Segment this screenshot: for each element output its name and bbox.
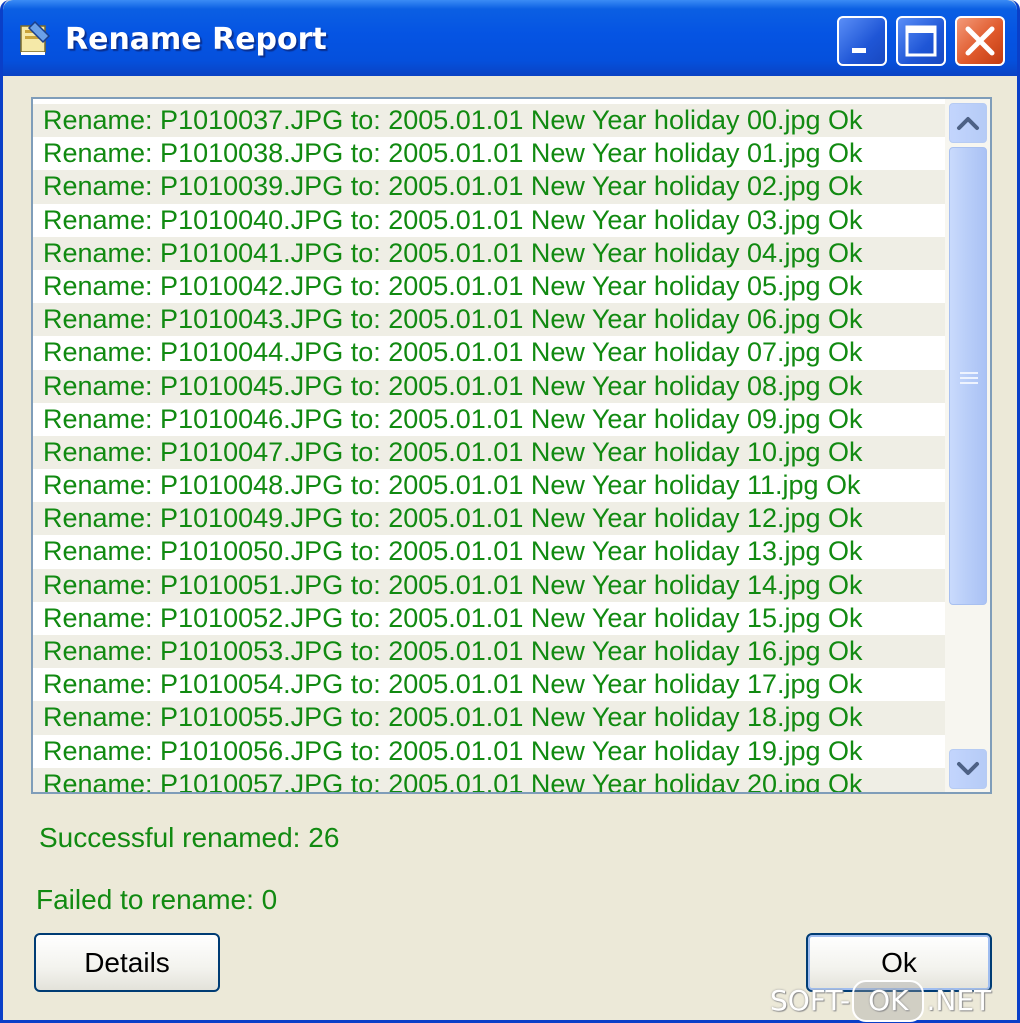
scroll-down-button[interactable] [949,749,987,789]
list-item[interactable]: Rename: P1010041.JPG to: 2005.01.01 New … [33,236,945,270]
list-item[interactable]: Rename: P1010046.JPG to: 2005.01.01 New … [33,402,945,436]
watermark: SOFT- OK .NET [770,980,992,1022]
list-item[interactable]: Rename: P1010054.JPG to: 2005.01.01 New … [33,668,945,702]
list-item[interactable]: Rename: P1010040.JPG to: 2005.01.01 New … [33,203,945,237]
maximize-icon [905,25,937,57]
list-item[interactable]: Rename: P1010039.JPG to: 2005.01.01 New … [33,170,945,204]
details-button[interactable]: Details [34,933,220,992]
list-item[interactable]: Rename: P1010044.JPG to: 2005.01.01 New … [33,336,945,370]
list-item[interactable]: Rename: P1010043.JPG to: 2005.01.01 New … [33,303,945,337]
list-item[interactable]: Rename: P1010049.JPG to: 2005.01.01 New … [33,502,945,536]
list-item[interactable]: Rename: P1010053.JPG to: 2005.01.01 New … [33,635,945,669]
close-button[interactable] [955,16,1005,66]
list-item[interactable]: Rename: P1010048.JPG to: 2005.01.01 New … [33,469,945,503]
chevron-down-icon [957,762,979,775]
vertical-scrollbar[interactable] [945,99,990,792]
chevron-up-icon [957,117,979,130]
window-title: Rename Report [65,22,327,57]
close-icon [965,26,995,56]
list-item[interactable]: Rename: P1010042.JPG to: 2005.01.01 New … [33,269,945,304]
list-items: Rename: P1010037.JPG to: 2005.01.01 New … [33,104,945,792]
watermark-right: .NET [926,984,992,1017]
title-bar[interactable]: Rename Report [3,0,1017,76]
maximize-button[interactable] [896,16,946,66]
list-item[interactable]: Rename: P1010038.JPG to: 2005.01.01 New … [33,137,945,171]
success-count-label: Successful renamed: 26 [39,822,340,853]
list-item[interactable]: Rename: P1010045.JPG to: 2005.01.01 New … [33,369,945,403]
grip-icon [960,372,978,384]
rename-report-list[interactable]: Rename: P1010037.JPG to: 2005.01.01 New … [31,97,992,794]
list-item[interactable]: Rename: P1010055.JPG to: 2005.01.01 New … [33,701,945,735]
watermark-left: SOFT- [770,984,851,1017]
failed-count-label: Failed to rename: 0 [36,884,278,915]
rename-report-window: Rename Report Rename: P1010037.JPG to: 2… [0,0,1020,1023]
minimize-icon [852,48,866,53]
minimize-button[interactable] [837,16,887,66]
list-item[interactable]: Rename: P1010051.JPG to: 2005.01.01 New … [33,568,945,602]
scroll-thumb[interactable] [949,147,987,605]
scroll-up-button[interactable] [949,103,987,143]
list-item[interactable]: Rename: P1010050.JPG to: 2005.01.01 New … [33,535,945,569]
list-item[interactable]: Rename: P1010037.JPG to: 2005.01.01 New … [33,104,945,138]
list-item[interactable]: Rename: P1010056.JPG to: 2005.01.01 New … [33,734,945,768]
list-item[interactable]: Rename: P1010052.JPG to: 2005.01.01 New … [33,601,945,635]
list-item[interactable]: Rename: P1010057.JPG to: 2005.01.01 New … [33,767,945,792]
rename-app-icon [20,20,51,55]
watermark-middle: OK [852,980,925,1022]
list-item[interactable]: Rename: P1010047.JPG to: 2005.01.01 New … [33,435,945,470]
